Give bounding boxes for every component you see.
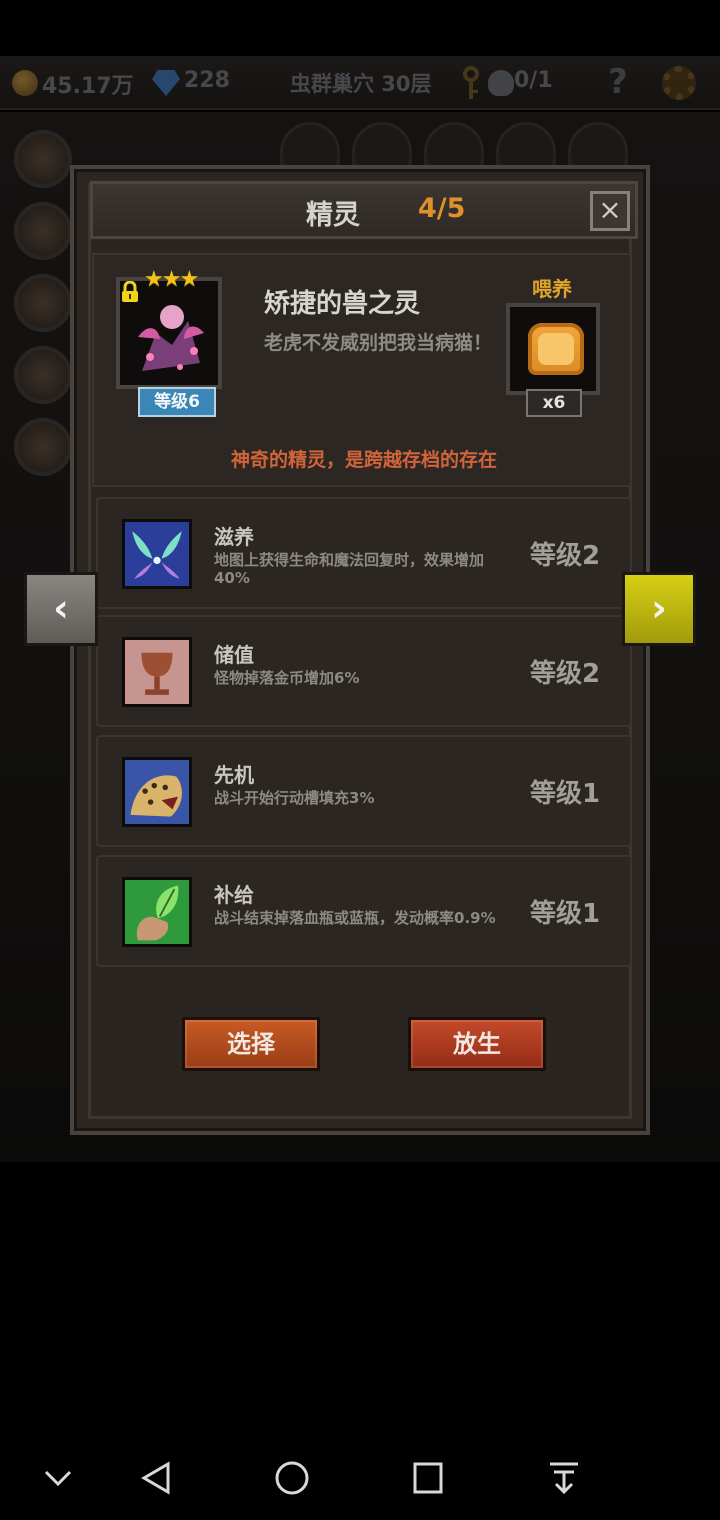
skill-name: 补给: [214, 883, 254, 907]
skill-name: 滋养: [214, 525, 254, 549]
skill-name: 储值: [214, 643, 254, 667]
chevron-left-icon: ‹: [53, 586, 69, 630]
chevron-right-icon: ›: [651, 586, 667, 630]
skill-level: 等级1: [530, 899, 601, 929]
skill-row: 先机 战斗开始行动槽填充3% 等级1: [96, 735, 632, 847]
chevron-down-icon[interactable]: [40, 1458, 76, 1498]
leaf-hand-icon: [122, 877, 192, 947]
close-icon: ×: [598, 193, 622, 226]
previous-spirit-button[interactable]: ‹: [24, 572, 98, 646]
back-icon[interactable]: [138, 1458, 174, 1498]
next-spirit-button[interactable]: ›: [622, 572, 696, 646]
close-button[interactable]: ×: [590, 191, 630, 231]
spirit-description: 老虎不发威别把我当病猫！: [264, 332, 493, 354]
status-bar: [0, 0, 720, 56]
skill-level: 等级2: [530, 659, 601, 689]
system-navigation-bar: [0, 1440, 720, 1520]
home-icon[interactable]: [272, 1458, 312, 1498]
spirit-tagline: 神奇的精灵，是跨越存档的存在: [230, 449, 497, 471]
skill-level: 等级2: [530, 541, 601, 571]
skill-level: 等级1: [530, 779, 601, 809]
spirit-modal: 精灵 4/5 × ★★★ 等级6 矫捷的兽之灵 老虎不发威别把我当病猫！ 喂养 …: [70, 165, 650, 1135]
spirit-count: 4/5: [418, 193, 466, 224]
skill-description: 地图上获得生命和魔法回复时，效果增加40%: [214, 551, 485, 587]
fairy-icon: [122, 519, 192, 589]
release-button[interactable]: 放生: [408, 1017, 546, 1071]
skill-description: 战斗开始行动槽填充3%: [214, 789, 375, 807]
feed-button[interactable]: [506, 303, 600, 395]
feed-label: 喂养: [532, 277, 572, 301]
spirit-name: 矫捷的兽之灵: [264, 289, 421, 319]
select-button[interactable]: 选择: [182, 1017, 320, 1071]
bread-icon: [528, 323, 584, 375]
lock-icon: [122, 281, 138, 302]
feed-quantity: x6: [526, 389, 582, 417]
skill-description: 怪物掉落金币增加6%: [214, 669, 360, 687]
skill-description: 战斗结束掉落血瓶或蓝瓶，发动概率0.9%: [214, 909, 496, 927]
leopard-icon: [122, 757, 192, 827]
spirit-level-badge: 等级6: [138, 387, 216, 417]
skill-row: 滋养 地图上获得生命和魔法回复时，效果增加40% 等级2: [96, 497, 632, 609]
goblet-icon: [122, 637, 192, 707]
notification-pull-icon[interactable]: [544, 1458, 584, 1498]
skill-name: 先机: [214, 763, 254, 787]
skill-row: 补给 战斗结束掉落血瓶或蓝瓶，发动概率0.9% 等级1: [96, 855, 632, 967]
recents-icon[interactable]: [410, 1458, 446, 1498]
spirit-image: [138, 305, 204, 371]
skill-row: 储值 怪物掉落金币增加6% 等级2: [96, 615, 632, 727]
modal-title: 精灵: [306, 200, 360, 231]
modal-header: [90, 181, 638, 239]
star-rating: ★★★: [144, 267, 199, 292]
